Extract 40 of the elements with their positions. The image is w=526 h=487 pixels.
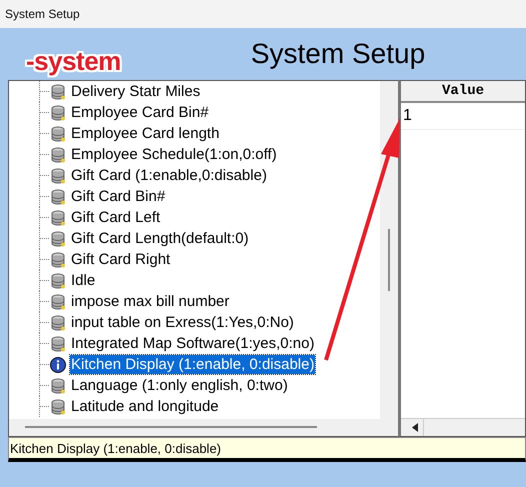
tree-item[interactable]: Gift Card Length(default:0) <box>70 229 250 248</box>
database-icon <box>50 146 66 162</box>
tree-item[interactable]: Idle <box>70 271 96 290</box>
tree-item[interactable]: Gift Card (1:enable,0:disable) <box>70 166 268 185</box>
page-heading: System Setup <box>250 38 426 70</box>
database-icon <box>50 188 66 204</box>
tree-item[interactable]: Language (1:only english, 0:two) <box>70 376 289 395</box>
info-icon <box>50 356 66 372</box>
scroll-left-icon[interactable] <box>412 423 418 432</box>
database-icon <box>50 378 66 394</box>
window-title: System Setup <box>5 7 80 21</box>
tree-item[interactable]: Delivery Statr Miles <box>70 82 202 101</box>
database-icon <box>50 104 66 120</box>
table-cell[interactable]: 1 <box>401 103 525 130</box>
tree-item[interactable]: Employee Card Bin# <box>70 103 210 122</box>
database-icon <box>50 314 66 330</box>
database-icon <box>50 230 66 246</box>
status-text: Kitchen Display (1:enable, 0:disable) <box>10 440 222 456</box>
tree-item[interactable]: Gift Card Bin# <box>70 187 166 206</box>
database-icon <box>50 272 66 288</box>
tree-item[interactable]: Integrated Map Software(1:yes,0:no) <box>70 334 316 353</box>
database-icon <box>50 168 66 184</box>
tree-item[interactable]: impose max bill number <box>70 292 230 311</box>
database-icon <box>50 336 66 352</box>
tree-item[interactable]: Gift Card Right <box>70 250 172 269</box>
tree-item[interactable]: input table on Exress(1:Yes,0:No) <box>70 313 295 332</box>
column-header[interactable]: Value <box>401 81 525 103</box>
database-icon <box>50 294 66 310</box>
database-icon <box>50 210 66 226</box>
tree-item[interactable]: Employee Card length <box>70 124 220 143</box>
database-icon <box>50 84 66 100</box>
annotation-label: -system <box>26 46 121 77</box>
database-icon <box>50 398 66 414</box>
database-icon <box>50 252 66 268</box>
tree-item[interactable]: Latitude and longitude <box>70 397 220 416</box>
tree-item[interactable]: Kitchen Display (1:enable, 0:disable) <box>70 355 316 374</box>
tree-item[interactable]: Employee Schedule(1:on,0:off) <box>70 145 278 164</box>
horizontal-scrollbar[interactable] <box>401 418 525 436</box>
database-icon <box>50 126 66 142</box>
tree-item[interactable]: Gift Card Left <box>70 208 162 227</box>
